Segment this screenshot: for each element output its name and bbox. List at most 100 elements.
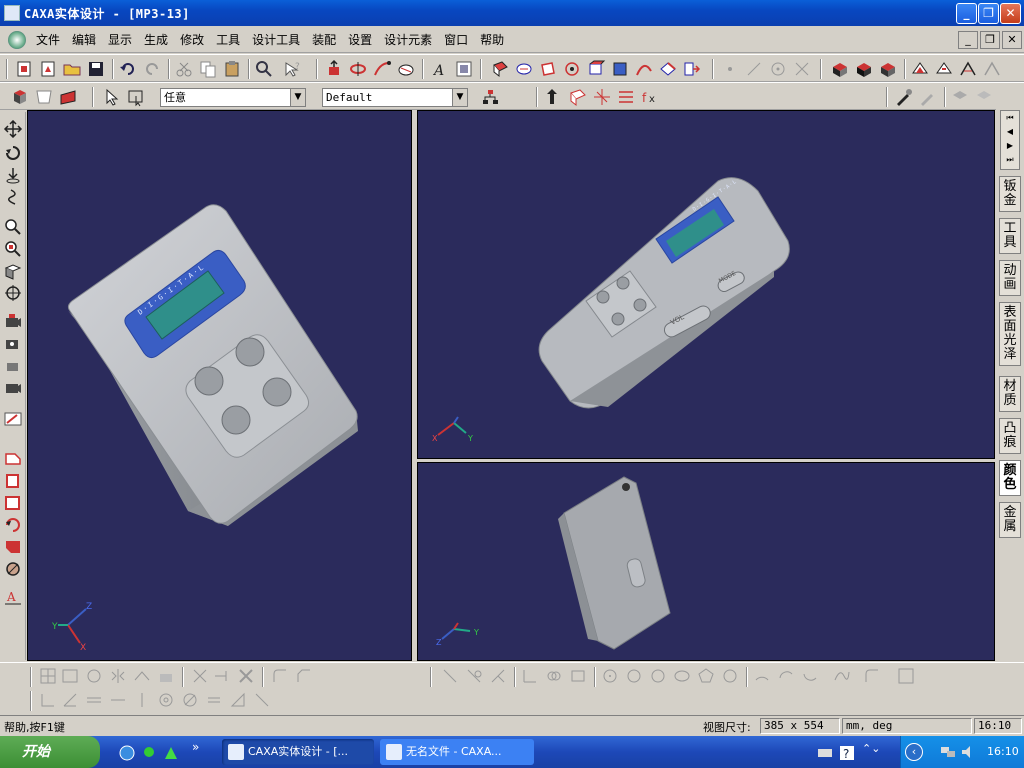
redo-icon[interactable] [142,59,162,79]
tab-color[interactable]: 颜色 [999,460,1021,496]
view-curve-icon[interactable] [634,59,654,79]
mdi-close-button[interactable]: ✕ [1002,31,1022,49]
dimension-icon[interactable]: fx [640,87,660,107]
view-fit-icon[interactable] [658,59,678,79]
start-button[interactable]: 开始 [0,736,100,768]
angle-line-icon[interactable] [488,666,508,686]
view-rotate-icon[interactable] [562,59,582,79]
tab-sheetmetal[interactable]: 钣金 [999,176,1021,212]
style-combo[interactable]: Default ▼ [322,88,468,107]
browser-quicklaunch-icon[interactable] [118,744,136,762]
library-icon[interactable] [58,87,78,107]
polygon-icon[interactable] [696,666,716,686]
mdi-restore-button[interactable]: ❐ [980,31,1000,49]
rectangle-tool-icon[interactable] [3,472,23,490]
pan-icon[interactable] [3,120,23,138]
view-side-icon[interactable] [586,59,606,79]
select-arrow-icon[interactable] [102,87,122,107]
tangent-line-icon[interactable] [464,666,484,686]
project-icon[interactable] [156,666,176,686]
dim-parallel-icon[interactable] [84,690,104,710]
arc-3pt-icon[interactable] [776,666,796,686]
menu-tools[interactable]: 工具 [210,31,246,48]
mirror-icon[interactable] [108,666,128,686]
offset-icon[interactable] [132,666,152,686]
extend-icon[interactable] [212,666,232,686]
constraint-coincident-icon[interactable] [544,666,564,686]
mp3-player-model-iso[interactable]: D·I·G·I·T·A·L Z X Y [28,111,413,662]
context-help-icon[interactable]: ? [282,59,302,79]
toolbar-grip[interactable] [6,59,8,79]
circle-tool-icon[interactable] [3,560,23,578]
selection-filter-combo[interactable]: 任意 ▼ [160,88,306,107]
copy-icon[interactable] [198,59,218,79]
device-button-down[interactable] [221,405,251,435]
text-tool-icon[interactable]: A [430,59,450,79]
star-icon[interactable] [720,666,740,686]
dim-horizontal-icon[interactable] [38,690,58,710]
tab-emboss[interactable]: 凸痕 [999,418,1021,454]
view-section-icon[interactable] [682,59,702,79]
sketch-plane-icon[interactable] [568,87,588,107]
dim-diameter-icon[interactable] [180,690,200,710]
menu-generate[interactable]: 生成 [138,31,174,48]
chevron-down-icon[interactable]: ▼ [290,89,305,106]
fillet-2d-icon[interactable] [270,666,290,686]
menu-file[interactable]: 文件 [30,31,66,48]
chevron-down-icon[interactable]: ▼ [452,89,467,106]
messenger-quicklaunch-icon[interactable] [140,744,158,762]
constraint-icon[interactable] [616,87,636,107]
rectangle-2d-icon[interactable] [568,666,588,686]
sketch-2d-icon[interactable] [3,450,23,468]
volume-icon[interactable] [959,743,977,761]
media-quicklaunch-icon[interactable] [162,744,180,762]
arc-icon[interactable] [752,666,772,686]
grid-icon[interactable] [38,666,58,686]
fillet-sketch-icon[interactable] [862,666,882,686]
tab-animation[interactable]: 动画 [999,260,1021,296]
view-shaded-icon[interactable] [610,59,630,79]
undo-icon[interactable] [118,59,138,79]
tab-tools[interactable]: 工具 [999,218,1021,254]
extrude-icon[interactable] [324,59,344,79]
menu-window[interactable]: 窗口 [438,31,474,48]
catalog-icon[interactable] [34,87,54,107]
loft-icon[interactable] [396,59,416,79]
tray-expand-icon[interactable]: ‹ [905,743,923,761]
bottom-right-viewport[interactable]: Z Y [417,462,995,661]
square-tool-icon[interactable] [3,494,23,512]
window-minimize-button[interactable]: _ [956,3,977,24]
tray-arrows-icon[interactable]: ⌃⌄ [862,742,880,755]
new-drawing-icon[interactable] [38,59,58,79]
cut-icon[interactable] [174,59,194,79]
menu-design-tools[interactable]: 设计工具 [246,31,306,48]
zoom-window-icon[interactable] [3,240,23,258]
tab-material[interactable]: 材质 [999,376,1021,412]
camera-orbit-icon[interactable] [3,356,23,374]
render-icon[interactable] [830,59,850,79]
device-button-up[interactable] [235,337,265,367]
dynamic-rotate-icon[interactable] [3,188,23,206]
render-realistic-icon[interactable] [878,59,898,79]
new-design-icon[interactable] [14,59,34,79]
taskbar-item-caxa[interactable]: CAXA实体设计 - [... [222,739,374,765]
anchor-icon[interactable] [592,87,612,107]
zoom-icon[interactable] [3,218,23,236]
circle-2pt-icon[interactable] [624,666,644,686]
revolve-icon[interactable] [348,59,368,79]
menu-display[interactable]: 显示 [102,31,138,48]
chamfer-icon[interactable] [3,538,23,556]
dim-equal-icon[interactable] [204,690,224,710]
tab-scroll-buttons[interactable]: ⏮ ◀ ▶ ⏭ [1000,110,1020,170]
taskbar-item-untitled[interactable]: 无名文件 - CAXA... [380,739,534,765]
rect-grid-icon[interactable] [60,666,80,686]
snap-center-icon[interactable] [768,59,788,79]
rotate-feature-icon[interactable] [3,516,23,534]
camera-zoom-icon[interactable] [3,378,23,396]
snap-line-icon[interactable] [744,59,764,79]
save-icon[interactable] [86,59,106,79]
snap-point-icon[interactable] [720,59,740,79]
camera-icon[interactable] [3,312,23,330]
view-direction-icon[interactable] [3,262,23,280]
line-tool-icon[interactable] [440,666,460,686]
